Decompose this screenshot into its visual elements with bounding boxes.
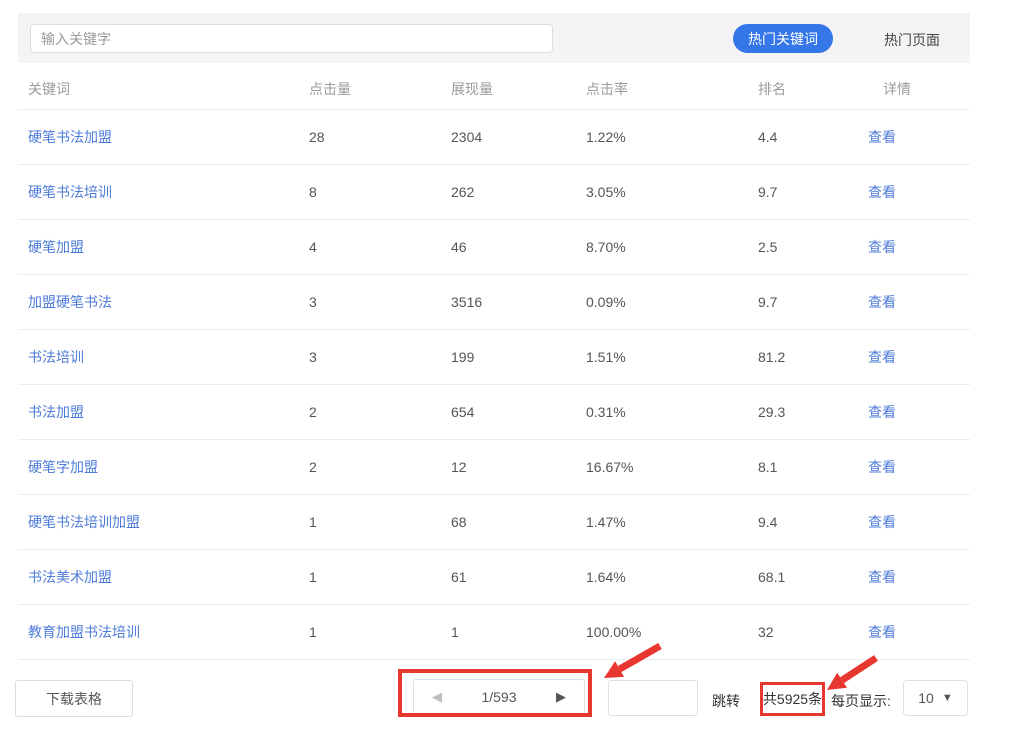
view-detail-link[interactable]: 查看 — [868, 237, 896, 257]
table-row: 书法培训 3 199 1.51% 81.2 查看 — [18, 330, 970, 385]
jump-label: 跳转 — [712, 691, 740, 711]
rank-value: 8.1 — [758, 459, 777, 475]
total-count: 共5925条 — [760, 682, 825, 716]
rank-value: 9.7 — [758, 184, 777, 200]
rank-value: 4.4 — [758, 129, 777, 145]
col-header-rank: 排名 — [758, 79, 786, 99]
annotation-arrow-total — [827, 658, 876, 690]
clicks-value: 3 — [309, 294, 317, 310]
clicks-value: 1 — [309, 624, 317, 640]
col-header-ctr: 点击率 — [586, 79, 628, 99]
prev-page-button[interactable]: ◀ — [432, 689, 442, 705]
col-header-keyword: 关键词 — [28, 79, 70, 99]
ctr-value: 0.09% — [586, 294, 626, 310]
clicks-value: 3 — [309, 349, 317, 365]
jump-page-input[interactable] — [608, 680, 698, 716]
view-detail-link[interactable]: 查看 — [868, 512, 896, 532]
keyword-link[interactable]: 书法加盟 — [28, 402, 84, 422]
keyword-link[interactable]: 硬笔书法培训加盟 — [28, 512, 140, 532]
page-size-value: 10 — [918, 690, 934, 706]
rank-value: 9.7 — [758, 294, 777, 310]
total-count-text: 共5925条 — [763, 689, 822, 709]
clicks-value: 2 — [309, 404, 317, 420]
impressions-value: 2304 — [451, 129, 482, 145]
clicks-value: 4 — [309, 239, 317, 255]
clicks-value: 28 — [309, 129, 325, 145]
table-row: 硬笔书法培训 8 262 3.05% 9.7 查看 — [18, 165, 970, 220]
impressions-value: 12 — [451, 459, 467, 475]
keyword-link[interactable]: 书法美术加盟 — [28, 567, 112, 587]
chevron-down-icon: ▼ — [942, 692, 953, 704]
col-header-detail: 详情 — [883, 79, 911, 99]
rank-value: 9.4 — [758, 514, 777, 530]
rank-value: 68.1 — [758, 569, 785, 585]
col-header-impressions: 展现量 — [451, 79, 493, 99]
table-row: 教育加盟书法培训 1 1 100.00% 32 查看 — [18, 605, 970, 660]
table-row: 硬笔书法加盟 28 2304 1.22% 4.4 查看 — [18, 110, 970, 165]
ctr-value: 0.31% — [586, 404, 626, 420]
view-detail-link[interactable]: 查看 — [868, 402, 896, 422]
clicks-value: 2 — [309, 459, 317, 475]
tab-hot-pages[interactable]: 热门页面 — [884, 30, 940, 50]
keyword-link[interactable]: 硬笔字加盟 — [28, 457, 98, 477]
table-row: 硬笔加盟 4 46 8.70% 2.5 查看 — [18, 220, 970, 275]
view-detail-link[interactable]: 查看 — [868, 457, 896, 477]
rank-value: 81.2 — [758, 349, 785, 365]
impressions-value: 68 — [451, 514, 467, 530]
clicks-value: 1 — [309, 514, 317, 530]
impressions-value: 654 — [451, 404, 474, 420]
impressions-value: 262 — [451, 184, 474, 200]
col-header-clicks: 点击量 — [309, 79, 351, 99]
ctr-value: 1.22% — [586, 129, 626, 145]
clicks-value: 8 — [309, 184, 317, 200]
ctr-value: 16.67% — [586, 459, 633, 475]
toolbar: 热门关键词 热门页面 — [18, 13, 970, 63]
impressions-value: 1 — [451, 624, 459, 640]
clicks-value: 1 — [309, 569, 317, 585]
ctr-value: 8.70% — [586, 239, 626, 255]
rank-value: 32 — [758, 624, 774, 640]
view-detail-link[interactable]: 查看 — [868, 127, 896, 147]
keyword-link[interactable]: 教育加盟书法培训 — [28, 622, 140, 642]
impressions-value: 61 — [451, 569, 467, 585]
pagination: ◀ 1/593 ▶ — [413, 679, 585, 715]
table-header-row: 关键词 点击量 展现量 点击率 排名 详情 — [18, 63, 970, 110]
ctr-value: 1.47% — [586, 514, 626, 530]
impressions-value: 46 — [451, 239, 467, 255]
keyword-link[interactable]: 书法培训 — [28, 347, 84, 367]
pagination-status: 1/593 — [481, 689, 516, 705]
next-page-button[interactable]: ▶ — [556, 689, 566, 705]
ctr-value: 1.64% — [586, 569, 626, 585]
table-row: 书法美术加盟 1 61 1.64% 68.1 查看 — [18, 550, 970, 605]
impressions-value: 199 — [451, 349, 474, 365]
keyword-link[interactable]: 加盟硬笔书法 — [28, 292, 112, 312]
keyword-link[interactable]: 硬笔书法培训 — [28, 182, 112, 202]
page-size-select[interactable]: 10 ▼ — [903, 680, 968, 716]
impressions-value: 3516 — [451, 294, 482, 310]
rank-value: 29.3 — [758, 404, 785, 420]
view-detail-link[interactable]: 查看 — [868, 347, 896, 367]
table-row: 硬笔书法培训加盟 1 68 1.47% 9.4 查看 — [18, 495, 970, 550]
tab-hot-keywords[interactable]: 热门关键词 — [733, 24, 833, 53]
keyword-analytics-page: 热门关键词 热门页面 关键词 点击量 展现量 点击率 排名 详情 硬笔书法加盟 … — [0, 0, 1010, 730]
download-table-button[interactable]: 下载表格 — [15, 680, 133, 717]
table-row: 硬笔字加盟 2 12 16.67% 8.1 查看 — [18, 440, 970, 495]
keyword-table: 关键词 点击量 展现量 点击率 排名 详情 硬笔书法加盟 28 2304 1.2… — [18, 63, 970, 660]
table-row: 加盟硬笔书法 3 3516 0.09% 9.7 查看 — [18, 275, 970, 330]
page-size-label: 每页显示: — [831, 691, 891, 711]
ctr-value: 3.05% — [586, 184, 626, 200]
keyword-link[interactable]: 硬笔书法加盟 — [28, 127, 112, 147]
view-detail-link[interactable]: 查看 — [868, 182, 896, 202]
rank-value: 2.5 — [758, 239, 777, 255]
ctr-value: 1.51% — [586, 349, 626, 365]
view-detail-link[interactable]: 查看 — [868, 567, 896, 587]
view-detail-link[interactable]: 查看 — [868, 622, 896, 642]
view-detail-link[interactable]: 查看 — [868, 292, 896, 312]
ctr-value: 100.00% — [586, 624, 641, 640]
keyword-link[interactable]: 硬笔加盟 — [28, 237, 84, 257]
table-row: 书法加盟 2 654 0.31% 29.3 查看 — [18, 385, 970, 440]
table-body: 硬笔书法加盟 28 2304 1.22% 4.4 查看 硬笔书法培训 8 262… — [18, 110, 970, 660]
search-input[interactable] — [30, 24, 553, 53]
